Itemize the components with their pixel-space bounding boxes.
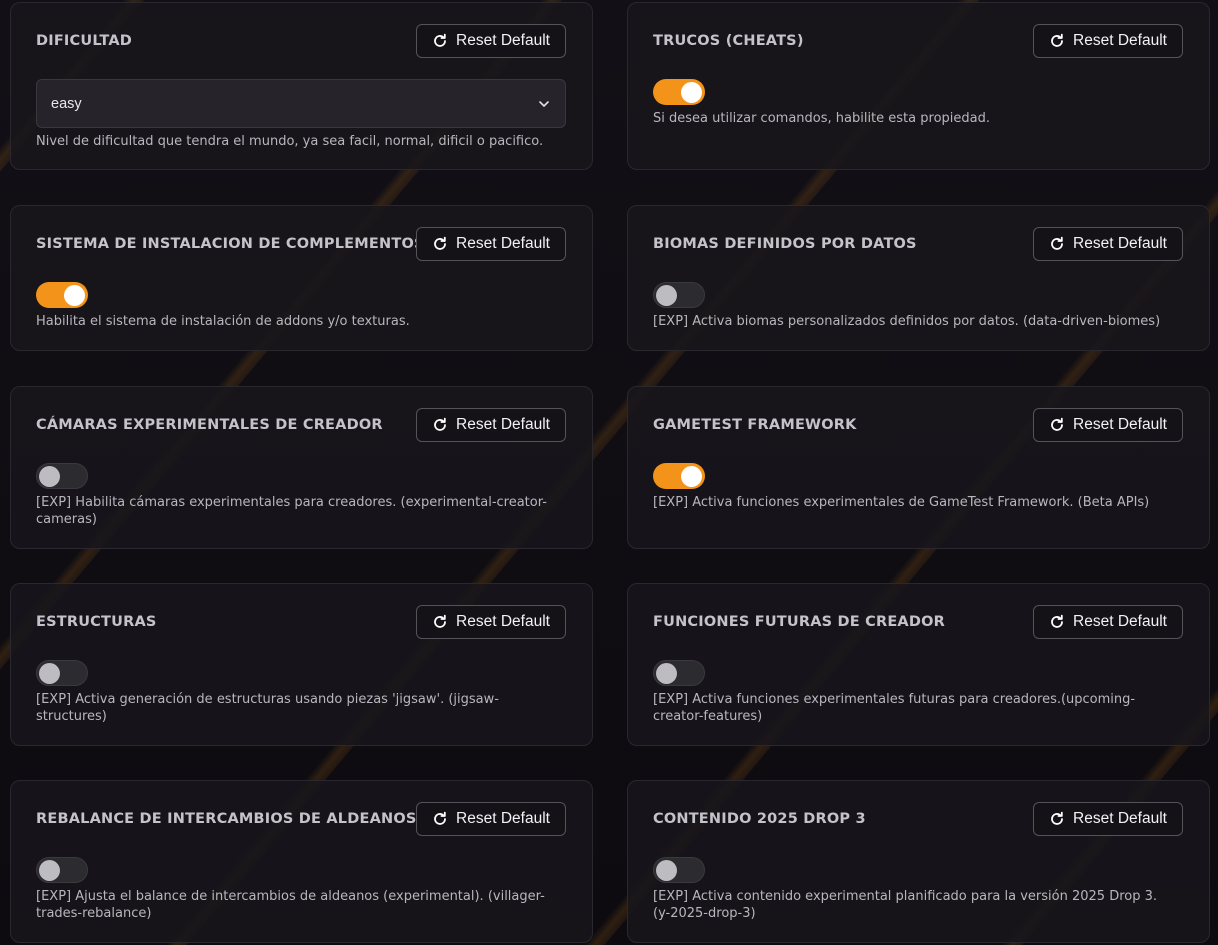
setting-title: GAMETEST FRAMEWORK [653, 417, 857, 433]
reset-default-label: Reset Default [456, 235, 550, 252]
toggle-knob [681, 82, 702, 103]
setting-card-jigsaw-structures: ESTRUCTURAS Reset Default [EXP] Activa g… [10, 583, 593, 746]
reset-default-button[interactable]: Reset Default [1033, 24, 1183, 58]
villager-trades-toggle[interactable] [36, 857, 88, 883]
setting-card-villager-trades: REBALANCE DE INTERCAMBIOS DE ALDEANOS Re… [10, 780, 593, 943]
setting-card-cheats: TRUCOS (CHEATS) Reset Default Si desea u… [627, 2, 1210, 170]
addon-install-toggle[interactable] [36, 282, 88, 308]
setting-title: BIOMAS DEFINIDOS POR DATOS [653, 236, 917, 252]
setting-card-difficulty: DIFICULTAD Reset Default easy Nivel de d… [10, 2, 593, 170]
setting-title: FUNCIONES FUTURAS DE CREADOR [653, 614, 945, 630]
setting-title: CÁMARAS EXPERIMENTALES DE CREADOR [36, 417, 383, 433]
refresh-icon [434, 417, 446, 431]
toggle-knob [39, 860, 60, 881]
reset-default-label: Reset Default [1073, 613, 1167, 630]
toggle-knob [656, 285, 677, 306]
refresh-icon [1051, 33, 1063, 47]
toggle-knob [39, 466, 60, 487]
refresh-icon [434, 811, 446, 825]
cheats-toggle[interactable] [653, 79, 705, 105]
reset-default-button[interactable]: Reset Default [416, 227, 566, 261]
refresh-icon [434, 614, 446, 628]
setting-title: DIFICULTAD [36, 33, 133, 49]
toggle-knob [39, 663, 60, 684]
setting-title: SISTEMA DE INSTALACION DE COMPLEMENTOS [36, 236, 425, 252]
reset-default-button[interactable]: Reset Default [1033, 408, 1183, 442]
setting-title: ESTRUCTURAS [36, 614, 157, 630]
setting-title: CONTENIDO 2025 DROP 3 [653, 811, 866, 827]
setting-card-data-driven-biomes: BIOMAS DEFINIDOS POR DATOS Reset Default… [627, 205, 1210, 351]
reset-default-label: Reset Default [1073, 416, 1167, 433]
gametest-toggle[interactable] [653, 463, 705, 489]
data-driven-biomes-toggle[interactable] [653, 282, 705, 308]
reset-default-label: Reset Default [1073, 235, 1167, 252]
settings-grid: DIFICULTAD Reset Default easy Nivel de d… [0, 0, 1218, 945]
reset-default-button[interactable]: Reset Default [416, 24, 566, 58]
reset-default-label: Reset Default [1073, 810, 1167, 827]
chevron-down-icon [539, 101, 549, 107]
setting-card-gametest: GAMETEST FRAMEWORK Reset Default [EXP] A… [627, 386, 1210, 549]
reset-default-label: Reset Default [456, 416, 550, 433]
reset-default-label: Reset Default [456, 613, 550, 630]
setting-title: REBALANCE DE INTERCAMBIOS DE ALDEANOS [36, 811, 417, 827]
setting-description: [EXP] Activa generación de estructuras u… [36, 692, 499, 724]
setting-description: [EXP] Ajusta el balance de intercambios … [36, 889, 545, 921]
reset-default-button[interactable]: Reset Default [1033, 605, 1183, 639]
setting-description: [EXP] Activa funciones experimentales de… [653, 495, 1150, 510]
reset-default-label: Reset Default [456, 32, 550, 49]
setting-title: TRUCOS (CHEATS) [653, 33, 804, 49]
refresh-icon [434, 236, 446, 250]
upcoming-creator-features-toggle[interactable] [653, 660, 705, 686]
setting-card-2025-drop-3: CONTENIDO 2025 DROP 3 Reset Default [EXP… [627, 780, 1210, 943]
setting-description: Nivel de dificultad que tendra el mundo,… [36, 134, 544, 149]
reset-default-label: Reset Default [456, 810, 550, 827]
setting-description: [EXP] Activa funciones experimentales fu… [653, 692, 1136, 724]
toggle-knob [681, 466, 702, 487]
toggle-knob [656, 860, 677, 881]
reset-default-button[interactable]: Reset Default [1033, 227, 1183, 261]
drop-2025-3-toggle[interactable] [653, 857, 705, 883]
toggle-knob [656, 663, 677, 684]
setting-card-creator-cameras: CÁMARAS EXPERIMENTALES DE CREADOR Reset … [10, 386, 593, 549]
creator-cameras-toggle[interactable] [36, 463, 88, 489]
refresh-icon [1051, 417, 1063, 431]
reset-default-button[interactable]: Reset Default [1033, 802, 1183, 836]
setting-description: [EXP] Activa biomas personalizados defin… [653, 314, 1161, 329]
reset-default-button[interactable]: Reset Default [416, 408, 566, 442]
toggle-knob [64, 285, 85, 306]
reset-default-button[interactable]: Reset Default [416, 605, 566, 639]
setting-description: Si desea utilizar comandos, habilite est… [653, 111, 990, 126]
reset-default-label: Reset Default [1073, 32, 1167, 49]
difficulty-select[interactable]: easy [36, 79, 566, 128]
refresh-icon [1051, 811, 1063, 825]
setting-description: Habilita el sistema de instalación de ad… [36, 314, 410, 329]
refresh-icon [1051, 614, 1063, 628]
setting-card-upcoming-creator-features: FUNCIONES FUTURAS DE CREADOR Reset Defau… [627, 583, 1210, 746]
reset-default-button[interactable]: Reset Default [416, 802, 566, 836]
setting-description: [EXP] Activa contenido experimental plan… [653, 889, 1158, 921]
difficulty-select-value: easy [51, 95, 82, 112]
setting-card-addon-install: SISTEMA DE INSTALACION DE COMPLEMENTOS R… [10, 205, 593, 351]
refresh-icon [1051, 236, 1063, 250]
jigsaw-structures-toggle[interactable] [36, 660, 88, 686]
setting-description: [EXP] Habilita cámaras experimentales pa… [36, 495, 547, 527]
refresh-icon [434, 33, 446, 47]
